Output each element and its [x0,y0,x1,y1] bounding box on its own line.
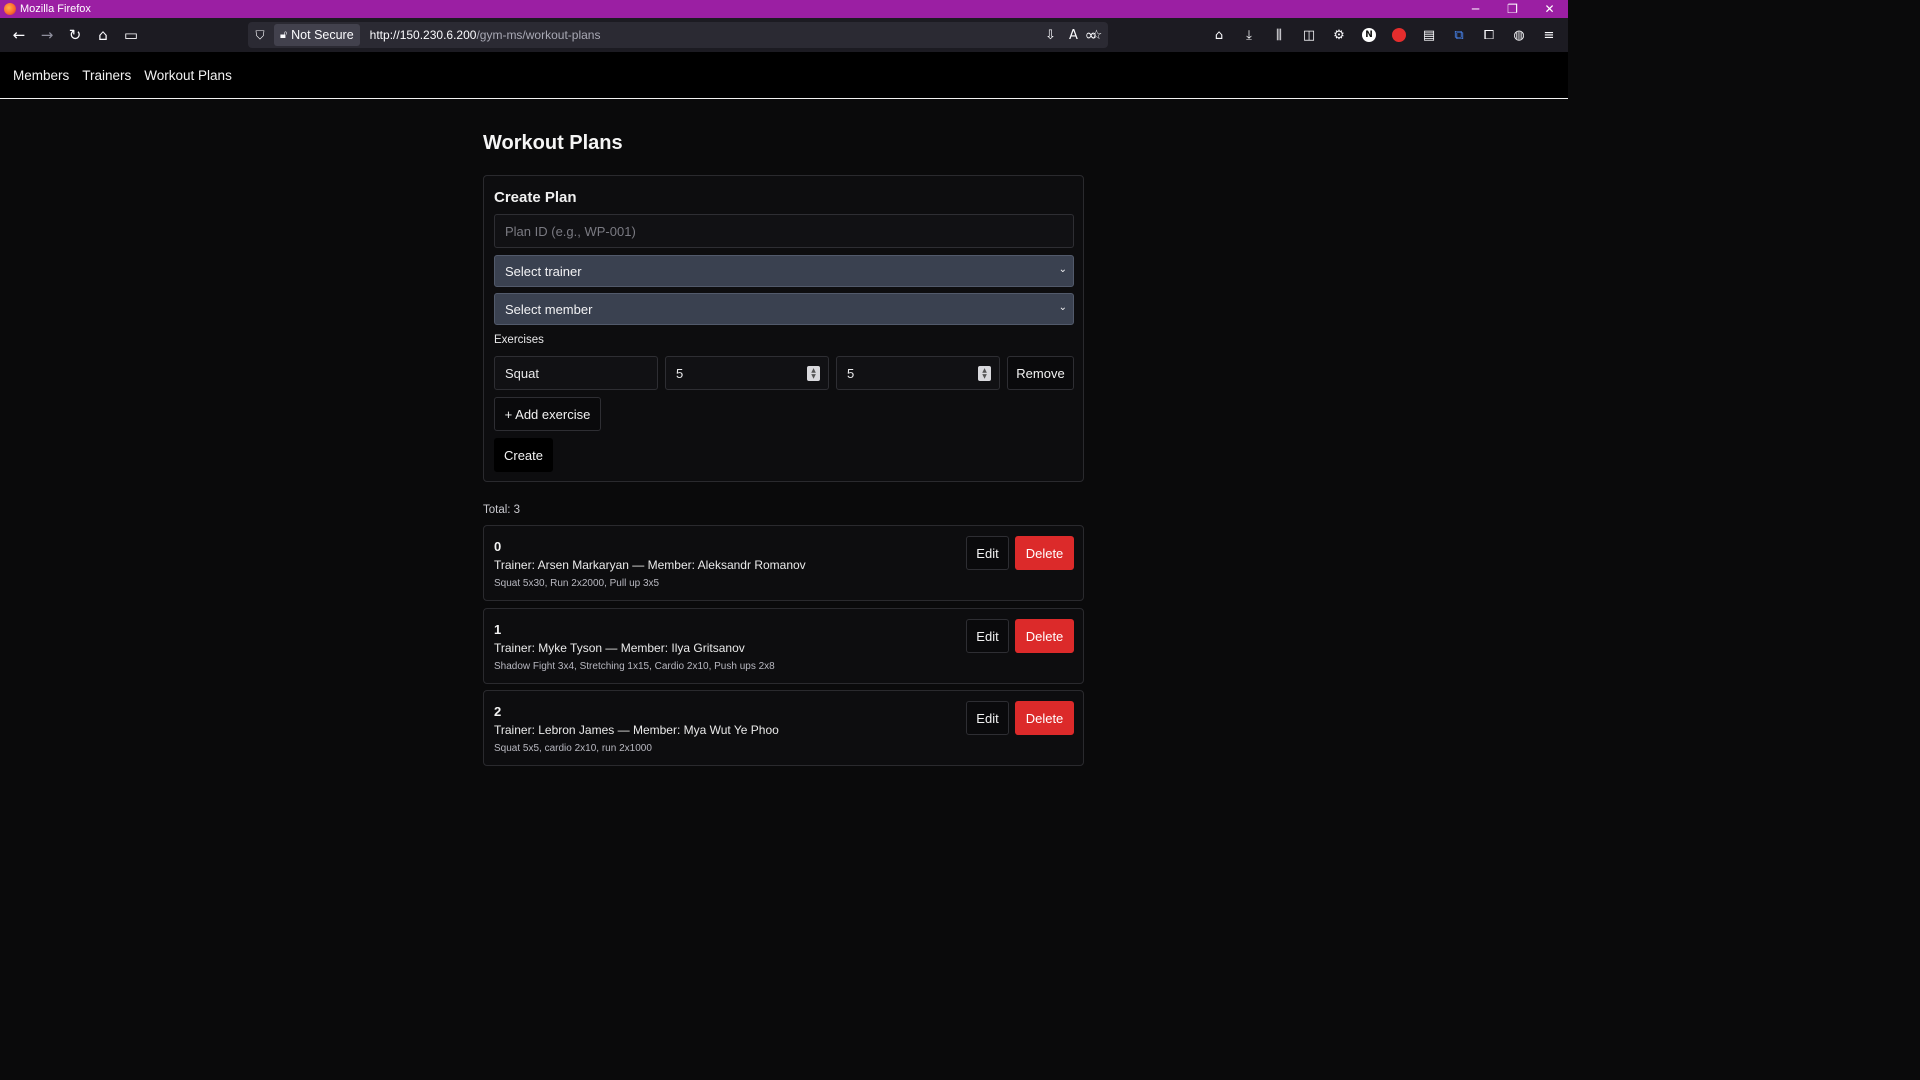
reader-extension-icon[interactable]: ▤ [1414,21,1444,49]
create-plan-title: Create Plan [494,189,577,206]
notion-extension-icon[interactable]: N [1362,28,1376,42]
plan-card: 0 Trainer: Arsen Markaryan — Member: Ale… [483,525,1084,601]
trainer-select-value: Select trainer [505,263,582,279]
library-icon[interactable]: ⫼ [1264,21,1294,49]
tracking-shield-icon[interactable]: ⛉ [248,28,272,43]
plan-trainer-member: Trainer: Myke Tyson — Member: Ilya Grits… [494,641,745,655]
reload-icon[interactable]: ↻ [61,21,89,49]
nav-link-trainers[interactable]: Trainers [82,68,131,83]
extensions-puzzle-icon[interactable]: ⧠ [1474,21,1504,49]
exercises-label: Exercises [494,334,544,346]
install-app-icon[interactable]: ⇩ [1039,28,1062,43]
url-host: http://150.230.6.200 [369,28,477,42]
sets-spinner-icon[interactable]: ▲ ▼ [807,366,820,381]
globe-icon[interactable]: ◍ [1504,21,1534,49]
insecure-lock-icon: 🔓︎ [280,28,288,41]
url-text[interactable]: http://150.230.6.200/gym-ms/workout-plan… [370,28,601,42]
plan-exercises: Squat 5x30, Run 2x2000, Pull up 3x5 [494,578,660,589]
trainer-select[interactable]: Select trainer ⌄ [494,255,1074,287]
forward-icon[interactable]: → [33,21,61,49]
window-title: Mozilla Firefox [20,3,91,15]
nav-link-workout-plans[interactable]: Workout Plans [144,68,232,83]
member-select[interactable]: Select member ⌄ [494,293,1074,325]
restore-icon[interactable]: ❐ [1494,0,1531,18]
plan-id-input[interactable]: Plan ID (e.g., WP-001) [494,214,1074,248]
add-exercise-button[interactable]: + Add exercise [494,397,601,431]
exercise-sets-value: 5 [676,365,684,381]
translate-extension-icon[interactable]: ⧉ [1444,21,1474,49]
chevron-down-icon: ⌄ [1058,302,1067,313]
url-bar[interactable]: ⛉ 🔓︎ Not Secure http://150.230.6.200/gym… [248,22,1108,48]
exercise-reps-value: 5 [847,365,855,381]
plan-trainer-member: Trainer: Lebron James — Member: Mya Wut … [494,723,779,737]
save-to-pocket-icon[interactable]: ▭ [117,21,145,49]
app-nav: Members Trainers Workout Plans [0,52,1568,99]
exercise-name-input[interactable]: Squat [494,356,658,390]
downloads-icon[interactable]: ⤓ [1234,21,1264,49]
firefox-logo-icon [4,3,16,15]
menu-hamburger-icon[interactable]: ≡ [1534,21,1564,49]
pocket-icon[interactable]: ⌂ [1204,21,1234,49]
create-plan-card: Create Plan Plan ID (e.g., WP-001) Selec… [483,175,1084,482]
plan-trainer-member: Trainer: Arsen Markaryan — Member: Aleks… [494,558,806,572]
plan-id: 0 [494,539,502,554]
toolbar-extensions: ⌂ ⤓ ⫼ ◫ ⚙ N ▤ ⧉ ⧠ ◍ ≡ [1204,21,1564,49]
reps-spinner-icon[interactable]: ▲ ▼ [978,366,991,381]
url-path: /gym-ms/workout-plans [476,28,601,42]
delete-button[interactable]: Delete [1015,701,1074,735]
exercise-reps-input[interactable]: 5 ▲ ▼ [836,356,1000,390]
close-icon[interactable]: ✕ [1531,0,1568,18]
create-button[interactable]: Create [494,438,553,472]
remove-exercise-button[interactable]: Remove [1007,356,1074,390]
chevron-down-icon: ⌄ [1058,264,1067,275]
delete-button[interactable]: Delete [1015,619,1074,653]
nav-link-members[interactable]: Members [13,68,69,83]
home-icon[interactable]: ⌂ [89,21,117,49]
plan-exercises: Shadow Fight 3x4, Stretching 1x15, Cardi… [494,661,775,672]
back-icon[interactable]: ← [5,21,33,49]
window-titlebar: Mozilla Firefox ─ ❐ ✕ [0,0,1568,18]
plan-card: 2 Trainer: Lebron James — Member: Mya Wu… [483,690,1084,766]
page-title: Workout Plans [483,132,623,154]
settings-gear-icon[interactable]: ⚙ [1324,21,1354,49]
delete-button[interactable]: Delete [1015,536,1074,570]
member-select-value: Select member [505,301,593,317]
browser-toolbar: ← → ↻ ⌂ ▭ ⛉ 🔓︎ Not Secure http://150.230… [0,18,1568,52]
private-mask-icon[interactable]: ∞ [1077,21,1105,49]
total-count: Total: 3 [483,504,521,516]
plan-id: 1 [494,622,502,637]
red-extension-icon[interactable] [1392,28,1406,42]
sidebar-icon[interactable]: ◫ [1294,21,1324,49]
exercise-sets-input[interactable]: 5 ▲ ▼ [665,356,829,390]
edit-button[interactable]: Edit [966,619,1009,653]
minimize-icon[interactable]: ─ [1457,0,1494,18]
edit-button[interactable]: Edit [966,536,1009,570]
plan-card: 1 Trainer: Myke Tyson — Member: Ilya Gri… [483,608,1084,684]
plan-id: 2 [494,704,502,719]
edit-button[interactable]: Edit [966,701,1009,735]
security-label: Not Secure [291,28,354,42]
window-controls: ─ ❐ ✕ [1457,0,1568,18]
security-indicator[interactable]: 🔓︎ Not Secure [274,24,360,46]
plan-exercises: Squat 5x5, cardio 2x10, run 2x1000 [494,743,652,754]
